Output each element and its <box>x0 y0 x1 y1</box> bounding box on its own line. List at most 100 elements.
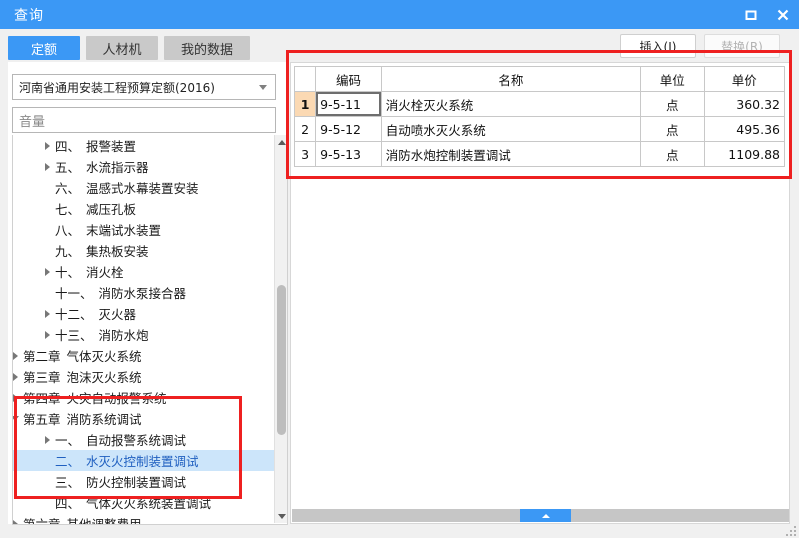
chevron-right-icon[interactable] <box>41 135 53 156</box>
table-row[interactable]: 2 9-5-12 自动喷水灭火系统点 495.36 <box>293 116 786 142</box>
chevron-right-icon[interactable] <box>41 429 53 450</box>
chevron-right-icon[interactable] <box>41 303 53 324</box>
tree-item[interactable]: 第五章 消防系统调试 <box>13 408 275 429</box>
tree-item[interactable]: 第六章 其他调整费用 <box>13 513 275 525</box>
tree-item-label: 消防水泵接合器 <box>98 286 187 301</box>
tree-item-label: 气体灭火系统 <box>66 349 142 364</box>
chevron-right-icon[interactable] <box>41 261 53 282</box>
tree-item-label: 气体灭火系统装置调试 <box>86 496 212 511</box>
standard-library-select[interactable]: 河南省通用安装工程预算定额(2016) <box>12 74 276 100</box>
tree-item[interactable]: 四、 气体灭火系统装置调试 <box>13 492 275 513</box>
tree-item-number: 四、 <box>55 496 81 511</box>
tree-item-label: 灭火器 <box>98 307 137 322</box>
unit-cell[interactable]: 点 <box>640 91 705 117</box>
tree-item[interactable]: 一、 自动报警系统调试 <box>13 429 275 450</box>
result-horizontal-scrollbar[interactable] <box>292 509 789 522</box>
row-number-cell[interactable]: 2 <box>293 116 317 142</box>
tree-item-label: 防火控制装置调试 <box>86 475 187 490</box>
close-icon[interactable] <box>767 0 799 29</box>
tree-item[interactable]: 八、 末端试水装置 <box>13 219 275 240</box>
search-input[interactable]: 音量 <box>12 107 276 133</box>
scroll-grip-icon <box>541 513 550 518</box>
tree-item-label: 末端试水装置 <box>86 223 162 238</box>
tree-item[interactable]: 十一、 消防水泵接合器 <box>13 282 275 303</box>
tree-item[interactable]: 第四章 火灾自动报警系统 <box>13 387 275 408</box>
tree-list[interactable]: 四、 报警装置 五、 水流指示器 六、 温感式水幕装置安装 七、 减压孔板 八、 末端试水装置 九、… <box>13 135 275 525</box>
tree-item[interactable]: 九、 集热板安装 <box>13 240 275 261</box>
tree-item-label: 其他调整费用 <box>66 517 142 525</box>
tree-item-number: 六、 <box>55 181 81 196</box>
table-body: 1 9-5-11 消火栓灭火系统点 360.32 2 9-5-12 自动喷水灭火系统点 495… <box>293 91 786 167</box>
tab-mydata[interactable]: 我的数据 <box>164 36 250 60</box>
tab-rencaiji[interactable]: 人材机 <box>86 36 158 60</box>
chevron-right-icon[interactable] <box>13 345 21 366</box>
row-number-cell[interactable]: 3 <box>293 141 317 167</box>
name-cell[interactable]: 消火栓灭火系统 <box>380 91 642 117</box>
scroll-down-icon[interactable] <box>275 509 287 523</box>
tree-item-label: 水流指示器 <box>86 160 149 175</box>
price-cell[interactable]: 360.32 <box>703 91 786 117</box>
scrollbar-thumb-horizontal[interactable] <box>520 509 571 522</box>
tree-item-number: 十、 <box>55 265 81 280</box>
tree-item-number: 十二、 <box>55 307 93 322</box>
name-cell[interactable]: 消防水炮控制装置调试 <box>380 141 642 167</box>
chevron-right-icon[interactable] <box>13 513 21 524</box>
table-row[interactable]: 1 9-5-11 消火栓灭火系统点 360.32 <box>293 91 786 117</box>
query-dialog: 查询 定额 人材机 我的数据 插入(I) 替换(R) 河南省通用安装工程预算定额… <box>0 0 799 538</box>
column-header-name[interactable]: 名称 <box>380 66 642 92</box>
table-row[interactable]: 3 9-5-13 消防水炮控制装置调试点 1109.88 <box>293 141 786 167</box>
tree-item[interactable]: 第二章 气体灭火系统 <box>13 345 275 366</box>
insert-button[interactable]: 插入(I) <box>620 34 696 58</box>
column-header-rownum <box>293 66 317 92</box>
resize-grip[interactable] <box>784 524 796 536</box>
tree-item-number: 十三、 <box>55 328 93 343</box>
tree-item[interactable]: 二、 水灭火控制装置调试 <box>13 450 275 471</box>
tree-item-label: 消防系统调试 <box>66 412 142 427</box>
tree-item-number: 十一、 <box>55 286 93 301</box>
tree-item[interactable]: 十三、 消防水炮 <box>13 324 275 345</box>
row-number-cell[interactable]: 1 <box>293 91 317 117</box>
scroll-up-icon[interactable] <box>275 135 287 149</box>
tree-item-number: 八、 <box>55 223 81 238</box>
tree-item[interactable]: 十、 消火栓 <box>13 261 275 282</box>
tree-item[interactable]: 三、 防火控制装置调试 <box>13 471 275 492</box>
tree-item[interactable]: 四、 报警装置 <box>13 135 275 156</box>
tree-item-number: 九、 <box>55 244 81 259</box>
result-panel: 编码 名称 单位 单价 1 9-5-11 消火栓灭火系统点 360.32 2 9-5-12… <box>290 62 790 524</box>
column-header-price[interactable]: 单价 <box>703 66 786 92</box>
maximize-icon[interactable] <box>735 0 767 29</box>
column-header-unit[interactable]: 单位 <box>640 66 705 92</box>
chevron-down-icon[interactable] <box>13 408 21 429</box>
code-cell[interactable]: 9-5-13 <box>315 141 382 167</box>
tab-dinge[interactable]: 定额 <box>8 36 80 60</box>
code-cell[interactable]: 9-5-12 <box>315 116 382 142</box>
code-cell[interactable]: 9-5-11 <box>315 91 382 117</box>
table-header-row: 编码 名称 单位 单价 <box>293 66 786 92</box>
tree-item-number: 二、 <box>55 454 81 469</box>
chevron-right-icon[interactable] <box>41 324 53 345</box>
column-header-code[interactable]: 编码 <box>315 66 382 92</box>
tree-item[interactable]: 七、 减压孔板 <box>13 198 275 219</box>
tree-item[interactable]: 第三章 泡沫灭火系统 <box>13 366 275 387</box>
tree-item-number: 三、 <box>55 475 81 490</box>
tree-item-number: 四、 <box>55 139 81 154</box>
tree-item-label: 水灭火控制装置调试 <box>86 454 199 469</box>
chevron-right-icon[interactable] <box>41 156 53 177</box>
tree-item-number: 第四章 <box>23 391 61 406</box>
chevron-right-icon[interactable] <box>13 387 21 408</box>
price-cell[interactable]: 1109.88 <box>703 141 786 167</box>
tree-item-label: 泡沫灭火系统 <box>66 370 142 385</box>
tree-item[interactable]: 六、 温感式水幕装置安装 <box>13 177 275 198</box>
name-cell[interactable]: 自动喷水灭火系统 <box>380 116 642 142</box>
tree-item[interactable]: 十二、 灭火器 <box>13 303 275 324</box>
window-controls <box>735 0 799 29</box>
tree-item[interactable]: 五、 水流指示器 <box>13 156 275 177</box>
tree-item-label: 报警装置 <box>86 139 137 154</box>
price-cell[interactable]: 495.36 <box>703 116 786 142</box>
unit-cell[interactable]: 点 <box>640 116 705 142</box>
chevron-right-icon[interactable] <box>13 366 21 387</box>
tree-vertical-scrollbar[interactable] <box>274 135 287 523</box>
tree-item-label: 消火栓 <box>86 265 124 280</box>
scrollbar-thumb[interactable] <box>277 285 286 435</box>
unit-cell[interactable]: 点 <box>640 141 705 167</box>
